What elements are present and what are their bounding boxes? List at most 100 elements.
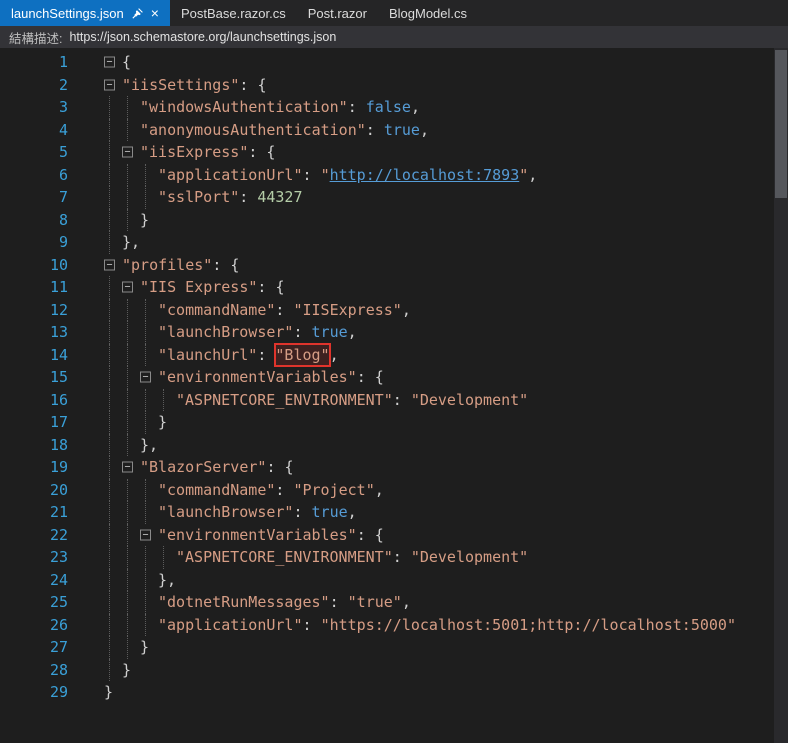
- fold-toggle-icon[interactable]: −: [122, 456, 140, 479]
- fold-toggle-icon[interactable]: −: [140, 524, 158, 547]
- indent-guide: [122, 96, 140, 119]
- editor-line[interactable]: 25 "dotnetRunMessages": "true",: [0, 591, 788, 614]
- tab-bar: launchSettings.json × PostBase.razor.cs Pos…: [0, 0, 788, 26]
- line-number: 28: [49, 660, 68, 679]
- fold-toggle-icon[interactable]: −: [140, 366, 158, 389]
- fold-toggle-icon[interactable]: −: [104, 254, 122, 277]
- close-icon[interactable]: ×: [151, 6, 159, 20]
- editor-line[interactable]: 18},: [0, 433, 788, 457]
- fold-toggle-icon[interactable]: −: [122, 276, 140, 299]
- indent-guide: [122, 591, 140, 614]
- editor-line[interactable]: 16 "ASPNETCORE_ENVIRONMENT": "Development…: [0, 388, 788, 412]
- editor-line[interactable]: 29}: [0, 681, 788, 704]
- indent-guide: [122, 546, 140, 569]
- editor-line[interactable]: 13 "launchBrowser": true,: [0, 321, 788, 344]
- schema-url[interactable]: https://json.schemastore.org/launchsetti…: [69, 30, 336, 44]
- code-token: :: [293, 323, 312, 341]
- code-editor[interactable]: 1−{2− "iisSettings": {3 "windowsAuthentica…: [0, 48, 788, 743]
- code-token: ,: [347, 323, 357, 341]
- code-token: :: [257, 345, 276, 364]
- editor-line[interactable]: 7 "sslPort": 44327: [0, 186, 788, 209]
- tab-blogmodel-cs[interactable]: BlogModel.cs: [378, 0, 478, 26]
- code-token: "applicationUrl": [158, 165, 303, 184]
- line-number: 14: [49, 345, 68, 364]
- editor-line[interactable]: 28}: [0, 658, 788, 682]
- editor-line[interactable]: 10 − "profiles": {: [0, 254, 788, 277]
- editor-line[interactable]: 20 "commandName": "Project",: [0, 478, 788, 502]
- indent-guide: [104, 658, 122, 682]
- editor-line[interactable]: 22 − "environmentVariables": {: [0, 523, 788, 547]
- code-token: "true": [347, 593, 402, 611]
- indent-guide: [104, 118, 122, 142]
- code-token: "ASPNETCORE_ENVIRONMENT": [176, 390, 393, 409]
- tab-post-razor[interactable]: Post.razor: [297, 0, 378, 26]
- line-number: 27: [49, 638, 68, 656]
- code-token: : {: [239, 75, 267, 94]
- editor-line[interactable]: 3 "windowsAuthentication": false,: [0, 96, 788, 119]
- tab-launchsettings-json[interactable]: launchSettings.json ×: [0, 0, 170, 26]
- code-token: "anonymousAuthentication": [140, 120, 366, 139]
- editor-line[interactable]: 2 − "iisSettings": {: [0, 74, 788, 97]
- fold-collapse-glyph: −: [122, 461, 133, 473]
- indent-guide: [104, 141, 122, 164]
- code-token: "profiles": [122, 255, 213, 274]
- editor-line[interactable]: 9},: [0, 231, 788, 254]
- indent-guide: [104, 208, 122, 232]
- code-token: {: [122, 53, 132, 71]
- code-token: "launchBrowser": [158, 503, 294, 521]
- indent-guide: [140, 411, 158, 434]
- code-token: }: [140, 638, 150, 656]
- editor-line[interactable]: 6 "applicationUrl": " http://localhost:789…: [0, 163, 788, 187]
- fold-toggle-icon[interactable]: −: [122, 141, 140, 164]
- line-number: 26: [49, 615, 68, 634]
- indent-guide: [122, 163, 140, 187]
- editor-line[interactable]: 24},: [0, 568, 788, 592]
- line-number: 29: [49, 683, 68, 701]
- line-number: 4: [58, 120, 68, 139]
- pin-icon[interactable]: [131, 7, 144, 20]
- code-token: :: [302, 615, 321, 634]
- code-token: "launchUrl": [158, 345, 258, 364]
- line-number: 23: [49, 548, 68, 566]
- code-token: :: [275, 300, 294, 319]
- indent-guide: [104, 591, 122, 614]
- code-token: :: [365, 120, 384, 139]
- scrollbar-thumb[interactable]: [775, 50, 787, 198]
- indent-guide: [104, 478, 122, 502]
- code-token: ,: [374, 480, 384, 499]
- editor-line[interactable]: 1 −{: [0, 51, 788, 74]
- indent-guide: [104, 523, 122, 547]
- editor-line[interactable]: 23 "ASPNETCORE_ENVIRONMENT": "Development…: [0, 546, 788, 569]
- editor-line[interactable]: 26 "applicationUrl": "https://localhost:5…: [0, 613, 788, 637]
- editor-line[interactable]: 27}: [0, 636, 788, 659]
- code-line: "dotnetRunMessages": "true",: [104, 591, 411, 614]
- code-token: "applicationUrl": [158, 615, 303, 634]
- tab-postbase-razor-cs[interactable]: PostBase.razor.cs: [170, 0, 297, 26]
- editor-line[interactable]: 12 "commandName": "IISExpress",: [0, 298, 788, 322]
- indent-guide: [122, 411, 140, 434]
- editor-line[interactable]: 4 "anonymousAuthentication": true,: [0, 118, 788, 142]
- indent-guide: [104, 546, 122, 569]
- editor-line[interactable]: 5 − "iisExpress": {: [0, 141, 788, 164]
- editor-line[interactable]: 15 − "environmentVariables": {: [0, 366, 788, 389]
- editor-line[interactable]: 11 − "IIS Express": {: [0, 276, 788, 299]
- indent-guide: [122, 433, 140, 457]
- editor-line[interactable]: 14 "launchUrl": "Blog",: [0, 342, 788, 367]
- url-link[interactable]: http://localhost:7893: [330, 164, 520, 187]
- editor-scrollbar[interactable]: [774, 48, 788, 743]
- editor-line[interactable]: 21 "launchBrowser": true,: [0, 501, 788, 524]
- code-line: − "IIS Express": {: [104, 276, 285, 299]
- line-number: 5: [58, 143, 68, 161]
- code-token: }: [104, 683, 114, 701]
- code-token: }: [122, 660, 132, 679]
- fold-toggle-icon[interactable]: −: [104, 51, 122, 74]
- line-number: 18: [49, 435, 68, 454]
- editor-line[interactable]: 17}: [0, 411, 788, 434]
- fold-toggle-icon[interactable]: −: [104, 74, 122, 97]
- editor-line[interactable]: 19 − "BlazorServer": {: [0, 456, 788, 479]
- code-token: :: [392, 390, 411, 409]
- editor-line[interactable]: 8}: [0, 208, 788, 232]
- line-number: 25: [49, 593, 68, 611]
- code-token: :: [392, 548, 411, 566]
- fold-collapse-glyph: −: [122, 281, 133, 293]
